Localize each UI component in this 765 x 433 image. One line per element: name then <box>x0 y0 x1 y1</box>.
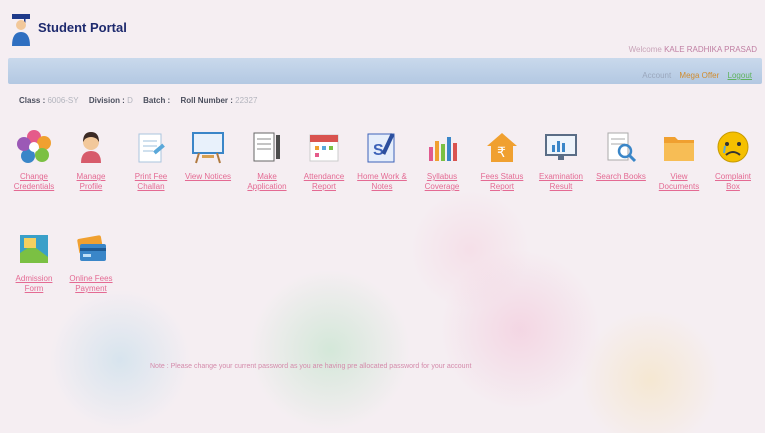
tile-attendance-report[interactable]: Attendance Report <box>298 128 350 192</box>
tile-label[interactable]: Online Fees Payment <box>65 274 117 294</box>
password-note: Note : Please change your current passwo… <box>150 363 472 370</box>
folder-icon <box>660 128 698 166</box>
tile-label[interactable]: View Documents <box>653 172 705 192</box>
tile-examination-result[interactable]: Examination Result <box>535 128 587 192</box>
tile-view-notices[interactable]: View Notices <box>182 128 234 182</box>
batch-label: Batch : <box>143 96 171 105</box>
header: Student Portal Welcome KALE RADHIKA PRAS… <box>0 0 765 58</box>
tile-make-application[interactable]: Make Application <box>241 128 293 192</box>
tile-label[interactable]: View Notices <box>182 172 234 182</box>
notice-board-icon <box>189 128 227 166</box>
tile-label[interactable]: Complaint Box <box>707 172 759 192</box>
logout-link[interactable]: Logout <box>728 71 752 80</box>
graduate-logo-icon <box>10 12 32 46</box>
tile-label[interactable]: Attendance Report <box>298 172 350 192</box>
tile-admission-form[interactable]: Admission Form <box>8 230 60 294</box>
tile-label[interactable]: Change Credentials <box>8 172 60 192</box>
tile-label[interactable]: Manage Profile <box>65 172 117 192</box>
tile-print-fee-challan[interactable]: Print Fee Challan <box>125 128 177 192</box>
application-icon <box>248 128 286 166</box>
tile-change-credentials[interactable]: Change Credentials <box>8 128 60 192</box>
tile-search-books[interactable]: Search Books <box>595 128 647 182</box>
tile-view-documents[interactable]: View Documents <box>653 128 705 192</box>
tile-label[interactable]: Search Books <box>595 172 647 182</box>
account-link[interactable]: Account <box>642 71 671 80</box>
tile-label[interactable]: Home Work & Notes <box>356 172 408 192</box>
sad-face-icon <box>714 128 752 166</box>
user-icon <box>72 128 110 166</box>
tile-label[interactable]: Fees Status Report <box>476 172 528 192</box>
tile-online-fees-payment[interactable]: Online Fees Payment <box>65 230 117 294</box>
welcome-name: KALE RADHIKA PRASAD <box>664 45 757 54</box>
tile-complaint-box[interactable]: Complaint Box <box>707 128 759 192</box>
svg-text:S: S <box>373 142 384 159</box>
roll-number-label: Roll Number : <box>180 96 233 105</box>
top-bar: Account Mega Offer Logout <box>8 58 762 84</box>
rupee-house-icon: ₹ <box>483 128 521 166</box>
homework-icon: S <box>363 128 401 166</box>
tile-fees-status-report[interactable]: ₹ Fees Status Report <box>476 128 528 192</box>
top-bar-links: Account Mega Offer Logout <box>636 71 752 80</box>
calendar-icon <box>305 128 343 166</box>
welcome-text: Welcome KALE RADHIKA PRASAD <box>629 45 757 54</box>
division-value: D <box>127 96 133 105</box>
app-title: Student Portal <box>38 20 127 35</box>
student-info: Class : 6006-SY Division : D Batch : Rol… <box>19 96 265 105</box>
mega-offer-link[interactable]: Mega Offer <box>679 71 719 80</box>
monitor-chart-icon <box>542 128 580 166</box>
bar-chart-icon <box>423 128 461 166</box>
svg-text:₹: ₹ <box>497 145 506 161</box>
tile-home-work-notes[interactable]: S Home Work & Notes <box>356 128 408 192</box>
tile-label[interactable]: Make Application <box>241 172 293 192</box>
tile-label[interactable]: Syllabus Coverage <box>416 172 468 192</box>
division-label: Division : <box>88 96 125 105</box>
welcome-prefix: Welcome <box>628 45 662 54</box>
class-label: Class : <box>19 96 46 105</box>
admission-icon <box>15 230 53 268</box>
search-book-icon <box>602 128 640 166</box>
tile-syllabus-coverage[interactable]: Syllabus Coverage <box>416 128 468 192</box>
class-value: 6006-SY <box>47 96 79 105</box>
challan-icon <box>132 128 170 166</box>
roll-number-value: 22327 <box>235 96 258 105</box>
tile-label[interactable]: Print Fee Challan <box>125 172 177 192</box>
tile-label[interactable]: Examination Result <box>535 172 587 192</box>
tile-label[interactable]: Admission Form <box>8 274 60 294</box>
card-icon <box>72 230 110 268</box>
tile-manage-profile[interactable]: Manage Profile <box>65 128 117 192</box>
gear-icon <box>15 128 53 166</box>
